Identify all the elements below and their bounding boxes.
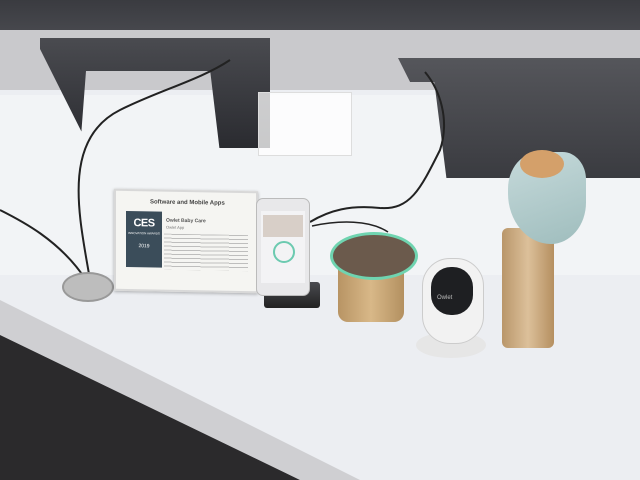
award-ces-text: CES [133,217,155,230]
award-info-card: Software and Mobile Apps CES INNOVATION … [114,188,258,294]
sock-stand-top [520,150,564,178]
photo-scene: Software and Mobile Apps CES INNOVATION … [0,0,640,480]
card-subtitle: Owlet App [166,224,185,230]
status-dial [273,241,295,263]
baby-video-feed [263,215,303,237]
camera-logo: Owlet [437,295,453,301]
wooden-sock-stand [502,228,554,348]
camera-face [431,267,473,315]
card-heading: Software and Mobile Apps [150,199,225,207]
ces-award-badge: CES INNOVATION AWARDS 2019 [126,210,162,268]
base-station-top [330,232,418,280]
baby-camera: Owlet [422,258,484,344]
card-product-name: Owlet Baby Care [166,217,206,225]
award-year: 2019 [138,243,150,250]
smartphone [256,198,310,296]
phone-screen [261,211,305,283]
cable-grommet [62,272,114,302]
card-body-text [164,233,248,272]
award-small-text: INNOVATION AWARDS [128,230,160,236]
